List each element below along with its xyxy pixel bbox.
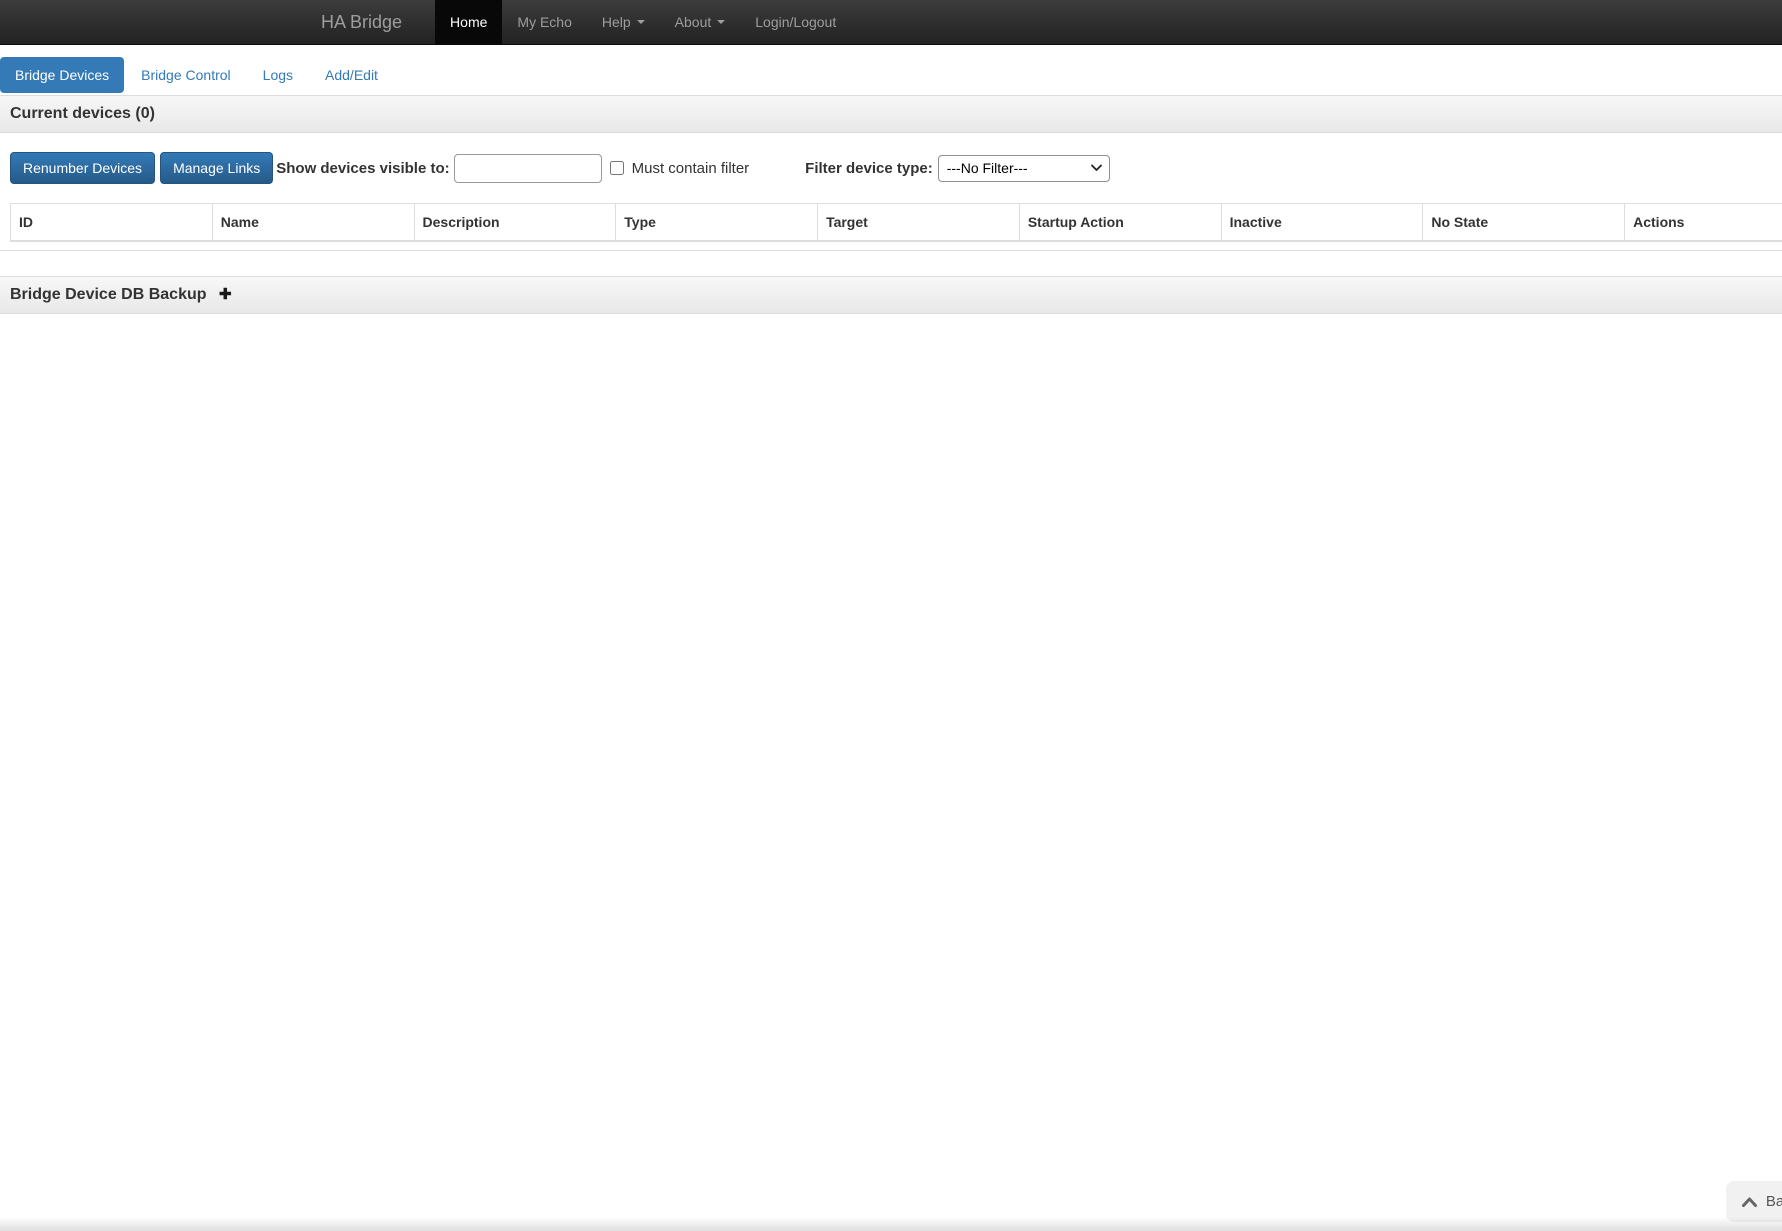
column-header-name: Name (211, 203, 415, 242)
renumber-devices-button[interactable]: Renumber Devices (10, 152, 156, 184)
current-devices-title: Current devices (0) (10, 105, 155, 122)
type-filter-select-wrap: ---No Filter--- (937, 154, 1110, 182)
nav-item-my-echo-label: My Echo (517, 14, 572, 30)
type-filter-select[interactable]: ---No Filter--- (937, 154, 1110, 182)
column-header-target: Target (817, 203, 1020, 242)
tab-logs[interactable]: Logs (248, 57, 308, 93)
column-header-startup-action: Startup Action (1018, 203, 1222, 242)
devices-table: ID Name Description Type Target Startup … (10, 203, 1782, 242)
navbar: HA Bridge Home My Echo Help About Login/… (0, 0, 1782, 45)
back-to-top-label: Back to Top (1765, 1193, 1782, 1210)
nav-item-login-logout[interactable]: Login/Logout (740, 0, 851, 44)
manage-links-button[interactable]: Manage Links (160, 152, 274, 184)
backup-title: Bridge Device DB Backup (10, 286, 207, 303)
nav-item-about-label: About (674, 14, 712, 30)
type-filter-label: Filter device type: (805, 159, 933, 177)
nav-item-help-label: Help (601, 14, 631, 30)
caret-down-icon (717, 20, 726, 24)
column-header-type: Type (615, 203, 819, 242)
navbar-container: HA Bridge Home My Echo Help About Login/… (306, 0, 1476, 44)
device-controls-row: Renumber Devices Manage Links Show devic… (10, 152, 1782, 184)
devices-table-head: ID Name Description Type Target Startup … (10, 203, 1782, 242)
nav-item-home-label: Home (450, 14, 488, 30)
plus-icon[interactable]: ✚ (219, 286, 232, 303)
visible-filter-input[interactable] (453, 153, 602, 183)
nav-item-help[interactable]: Help (587, 0, 660, 44)
visible-filter-label: Show devices visible to: (276, 159, 450, 177)
column-header-actions: Actions (1624, 203, 1782, 242)
column-header-description: Description (413, 203, 617, 242)
current-devices-body: Renumber Devices Manage Links Show devic… (0, 152, 1782, 242)
column-header-inactive: Inactive (1220, 203, 1424, 242)
column-header-id: ID (10, 203, 213, 242)
bottom-shadow (0, 1217, 1782, 1231)
tab-bar: Bridge Devices Bridge Control Logs Add/E… (0, 57, 1782, 93)
backup-header: Bridge Device DB Backup ✚ (0, 276, 1782, 314)
nav-item-my-echo[interactable]: My Echo (502, 0, 586, 44)
column-header-no-state: No State (1422, 203, 1626, 242)
tab-bridge-devices[interactable]: Bridge Devices (0, 57, 125, 93)
nav-item-about[interactable]: About (660, 0, 741, 44)
must-contain-filter-label: Must contain filter (631, 159, 750, 177)
nav-item-login-logout-label: Login/Logout (755, 14, 837, 30)
nav-item-home[interactable]: Home (435, 0, 503, 44)
navbar-menu: Home My Echo Help About Login/Logout (435, 0, 851, 44)
brand[interactable]: HA Bridge (306, 0, 417, 44)
current-devices-header: Current devices (0) (0, 95, 1782, 133)
caret-down-icon (636, 20, 645, 24)
devices-table-header-row: ID Name Description Type Target Startup … (10, 203, 1782, 242)
must-contain-filter-checkbox[interactable] (609, 161, 624, 175)
chevron-up-icon (1741, 1197, 1757, 1207)
tab-bridge-control[interactable]: Bridge Control (126, 57, 246, 93)
back-to-top-button[interactable]: Back to Top (1725, 1181, 1782, 1222)
section-divider (0, 250, 1782, 251)
tab-add-edit[interactable]: Add/Edit (310, 57, 393, 93)
